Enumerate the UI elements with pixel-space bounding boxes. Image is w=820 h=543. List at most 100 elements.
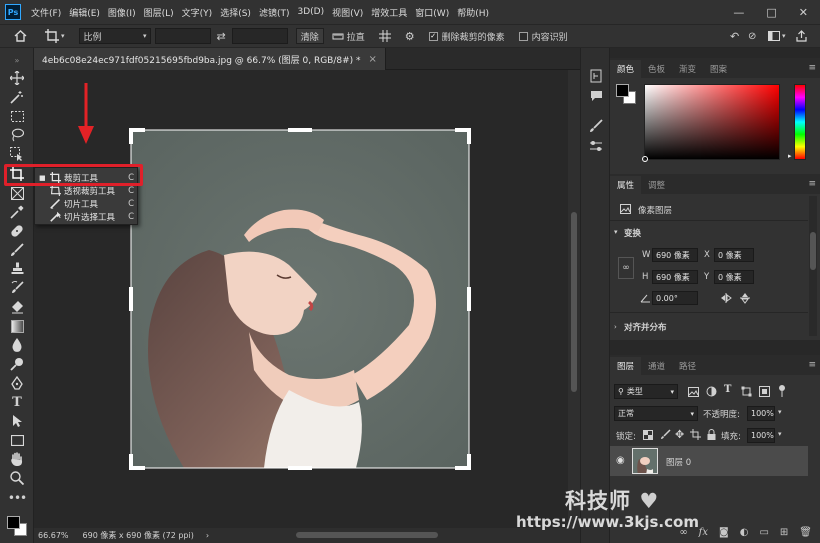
lock-artboard-icon[interactable] [690,429,701,443]
menu-plugins[interactable]: 增效工具 [367,6,411,19]
height-input[interactable]: 690 像素 [652,270,698,284]
new-group-icon[interactable]: ▭ [759,527,768,538]
healing-brush-icon[interactable] [9,223,25,239]
add-mask-icon[interactable]: ◙ [719,527,729,538]
filter-shape-icon[interactable] [741,386,752,400]
transform-section-title[interactable]: 变换 [624,227,641,239]
document-tab[interactable]: 4eb6c08e24ec971fdf05215695fbd9ba.jpg @ 6… [34,48,386,70]
tab-layers[interactable]: 图层 [610,357,642,375]
align-section-title[interactable]: 对齐并分布 [624,321,667,333]
straighten-button[interactable]: 拉直 [332,30,365,43]
gradient-tool-icon[interactable] [9,318,25,334]
object-select-icon[interactable] [9,146,25,162]
zoom-level[interactable]: 66.67% [38,531,69,540]
hue-slider-handle-icon[interactable]: ▸ [788,152,792,160]
width-input[interactable]: 690 像素 [652,248,698,262]
blend-mode-select[interactable]: 正常 ▾ [614,406,698,421]
opacity-slider-chevron-icon[interactable]: ▾ [778,408,782,416]
share-icon[interactable] [796,30,807,42]
link-icon[interactable]: ∞ [618,257,634,279]
opacity-input[interactable]: 100% [747,406,775,421]
ratio-width-input[interactable] [154,28,211,44]
rectangle-tool-icon[interactable] [9,432,25,448]
lock-transparent-icon[interactable] [643,430,653,443]
panel-menu-icon[interactable]: ≡ [808,63,816,73]
tab-color[interactable]: 颜色 [610,60,642,78]
menu-image[interactable]: 图像(I) [104,6,140,19]
menu-layer[interactable]: 图层(L) [140,6,178,19]
fill-slider-chevron-icon[interactable]: ▾ [778,430,782,438]
flyout-item-slice[interactable]: 切片工具 C [35,197,139,210]
layer-name[interactable]: 图层 0 [666,456,691,468]
color-picker-cursor[interactable] [642,156,648,162]
panel-menu-icon[interactable]: ≡ [808,179,816,189]
close-tab-icon[interactable]: × [369,54,377,65]
type-tool-icon[interactable]: T [9,394,25,410]
lasso-tool-icon[interactable] [9,127,25,143]
menu-edit[interactable]: 编辑(E) [65,6,104,19]
dodge-tool-icon[interactable] [9,356,25,372]
tab-properties[interactable]: 属性 [610,176,642,194]
menu-filter[interactable]: 滤镜(T) [255,6,294,19]
more-tools-icon[interactable]: ••• [8,490,27,506]
maximize-button[interactable]: □ [766,6,776,19]
properties-scroll-thumb[interactable] [810,232,816,270]
color-panel-swatches[interactable] [616,84,638,106]
trash-icon[interactable]: 🗑 [799,527,812,538]
brush-settings-icon[interactable] [588,118,604,134]
path-select-icon[interactable] [9,413,25,429]
workspace-icon[interactable]: ▾ [768,31,786,41]
vertical-scrollbar[interactable] [568,70,580,528]
filter-adjustment-icon[interactable] [706,386,717,400]
chevron-down-icon[interactable]: ▾ [614,228,618,236]
canvas-area[interactable] [34,70,568,528]
fill-input[interactable]: 100% [747,428,775,443]
filter-type-icon[interactable]: T [724,384,731,395]
color-field[interactable] [642,84,780,162]
tab-swatches[interactable]: 色板 [641,60,672,78]
eye-icon[interactable]: ◉ [616,455,625,466]
filter-toggle-icon[interactable] [778,384,786,400]
frame-tool-icon[interactable] [9,185,25,201]
marquee-tool-icon[interactable] [9,108,25,124]
delete-cropped-checkbox[interactable]: ✓ 删除裁剪的像素 [428,30,505,43]
layer-row[interactable]: ◉ 图层 0 [610,446,808,476]
minimize-button[interactable]: — [733,6,744,19]
layer-filter-select[interactable]: ⚲ 类型 ▾ [614,384,678,399]
filter-pixel-icon[interactable] [688,387,699,400]
grid-overlay-icon[interactable] [378,30,391,42]
pen-tool-icon[interactable] [9,375,25,391]
menu-select[interactable]: 选择(S) [216,6,255,19]
lock-all-icon[interactable] [707,429,716,443]
history-brush-icon[interactable] [9,280,25,296]
angle-input[interactable]: 0.00° [652,291,698,305]
zoom-tool-icon[interactable] [9,470,25,486]
vertical-scroll-thumb[interactable] [571,212,577,392]
lock-position-icon[interactable]: ✥ [675,428,684,441]
hand-tool-icon[interactable] [9,451,25,467]
horizontal-scroll-thumb[interactable] [296,532,438,538]
ratio-select[interactable]: 比例 ▾ [78,28,151,44]
adjustments-icon[interactable] [588,138,604,154]
flyout-item-slice-select[interactable]: 切片选择工具 C [35,210,139,223]
x-input[interactable]: 0 像素 [714,248,754,262]
gear-icon[interactable]: ⚙ [405,30,415,43]
eraser-icon[interactable] [9,299,25,315]
new-layer-icon[interactable]: ⊞ [780,527,788,538]
chevron-right-icon[interactable]: › [614,323,617,331]
tab-adjustments[interactable]: 调整 [641,176,672,194]
home-icon[interactable] [14,30,27,42]
brush-tool-icon[interactable] [9,242,25,258]
menu-help[interactable]: 帮助(H) [453,6,493,19]
clear-button[interactable]: 清除 [295,28,324,44]
eyedropper-icon[interactable] [9,204,25,220]
move-tool-icon[interactable] [9,70,25,86]
blur-tool-icon[interactable] [9,337,25,353]
hue-slider[interactable] [794,84,806,160]
close-button[interactable]: ✕ [799,6,808,19]
menu-file[interactable]: 文件(F) [27,6,65,19]
filter-smart-object-icon[interactable] [759,386,770,400]
menu-window[interactable]: 窗口(W) [411,6,453,19]
status-menu-icon[interactable]: › [206,531,209,540]
cancel-crop-icon[interactable]: ⊘ [748,31,756,42]
